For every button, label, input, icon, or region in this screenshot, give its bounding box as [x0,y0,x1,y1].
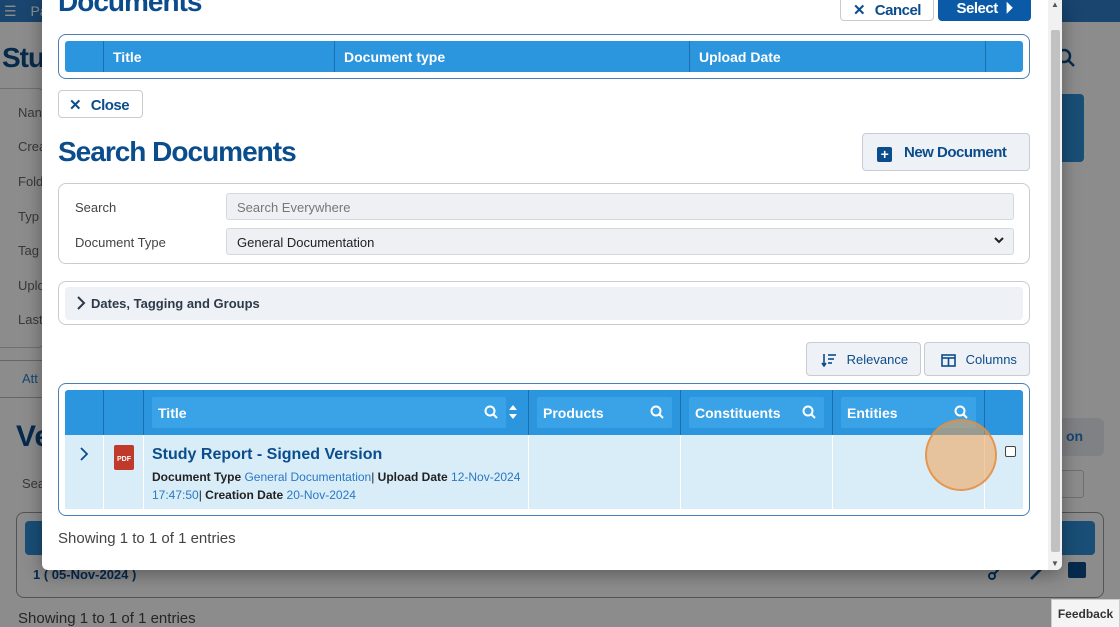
column-header-products-cell: Products [529,390,681,435]
meta-label: Document Type [152,470,242,484]
file-type-cell: PDF [104,435,144,509]
search-label: Search [75,200,117,215]
document-title-link[interactable]: Study Report - Signed Version [152,446,382,464]
select-label: Select [956,0,999,17]
expand-cell [65,435,104,509]
column-header-products[interactable]: Products [537,397,672,428]
search-icon[interactable] [802,405,816,419]
column-header-constituents-cell: Constituents [681,390,833,435]
pdf-icon: PDF [114,445,134,470]
scroll-up-icon[interactable]: ▲ [1051,0,1059,9]
cancel-label: Cancel [874,2,922,19]
dates-tagging-groups-toggle[interactable]: Dates, Tagging and Groups [65,287,1023,320]
products-cell [529,435,681,509]
document-type-label: Document Type [75,235,166,250]
new-document-label: New Document [904,144,1007,161]
sort-icon [821,354,836,367]
search-documents-title: Search Documents [58,136,297,167]
meta-value: General Documentation [244,470,372,484]
constituents-cell [681,435,833,509]
search-results-table: Title Products Constituents Entities PDF… [58,383,1030,516]
table-header: Title Products Constituents Entities [65,390,1023,435]
scroll-thumb[interactable] [1051,30,1060,552]
document-type-value: General Documentation [237,235,375,250]
select-checkbox[interactable] [1005,446,1016,457]
close-button[interactable]: ✕ Close [58,90,143,118]
chevron-right-icon [77,296,86,310]
modal-title: Documents [58,0,202,17]
relevance-sort-button[interactable]: Relevance [806,342,921,376]
chevron-right-icon[interactable] [79,447,89,461]
meta-label: Upload Date [377,470,448,484]
meta-label: Creation Date [205,488,284,502]
close-icon: ✕ [69,97,82,114]
column-header-constituents[interactable]: Constituents [689,397,824,428]
column-title-label: Title [158,405,187,421]
next-icon: ⏵ [1005,0,1013,17]
scroll-down-icon[interactable]: ▼ [1051,559,1059,568]
sort-icon[interactable] [508,404,518,420]
entries-count: Showing 1 to 1 of 1 entries [58,530,236,547]
close-icon: ✕ [853,2,866,19]
table-row[interactable]: PDF Study Report - Signed Version Docume… [65,435,1023,509]
meta-value: 20-Nov-2024 [286,488,356,502]
search-filters: Search Search Everywhere Document Type G… [58,183,1030,264]
column-constituents-label: Constituents [695,405,781,421]
title-cell: Study Report - Signed Version Document T… [144,435,529,509]
dates-tagging-groups-panel: Dates, Tagging and Groups [58,281,1030,325]
column-header-spacer [65,41,104,72]
column-header-title[interactable]: Title [152,397,517,428]
table-header: Title Document type Upload Date [65,41,1023,72]
column-products-label: Products [543,405,604,421]
column-header-upload-date[interactable]: Upload Date [690,41,986,72]
click-indicator [925,419,997,491]
document-type-select[interactable]: General Documentation [226,228,1014,255]
documents-modal: Documents ✕ Cancel Select ⏵ Title Docume… [42,0,1062,570]
search-icon[interactable] [484,405,498,419]
feedback-button[interactable]: Feedback [1051,599,1120,627]
search-icon[interactable] [650,405,664,419]
columns-button[interactable]: Columns [924,342,1030,376]
new-document-button[interactable]: + New Document [862,133,1030,171]
column-entities-label: Entities [847,405,898,421]
search-input[interactable]: Search Everywhere [226,193,1014,220]
column-header-select [985,390,1023,435]
modal-scrollbar[interactable]: ▲ ▼ [1048,0,1062,570]
column-header-expand [65,390,104,435]
column-header-title[interactable]: Title [104,41,335,72]
select-button[interactable]: Select ⏵ [938,0,1031,21]
column-header-title-cell: Title [144,390,529,435]
selected-documents-table: Title Document type Upload Date [58,34,1030,79]
close-label: Close [90,97,130,114]
dates-section-label: Dates, Tagging and Groups [91,296,260,311]
columns-icon [941,354,956,367]
relevance-label: Relevance [846,352,909,367]
document-meta: Document Type General Documentation| Upl… [152,470,521,502]
column-header-document-type[interactable]: Document type [335,41,690,72]
chevron-down-icon [994,237,1004,244]
columns-label: Columns [965,352,1017,367]
search-icon[interactable] [954,405,968,419]
column-header-icon [104,390,144,435]
plus-icon: + [877,147,892,162]
cancel-button[interactable]: ✕ Cancel [840,0,934,21]
